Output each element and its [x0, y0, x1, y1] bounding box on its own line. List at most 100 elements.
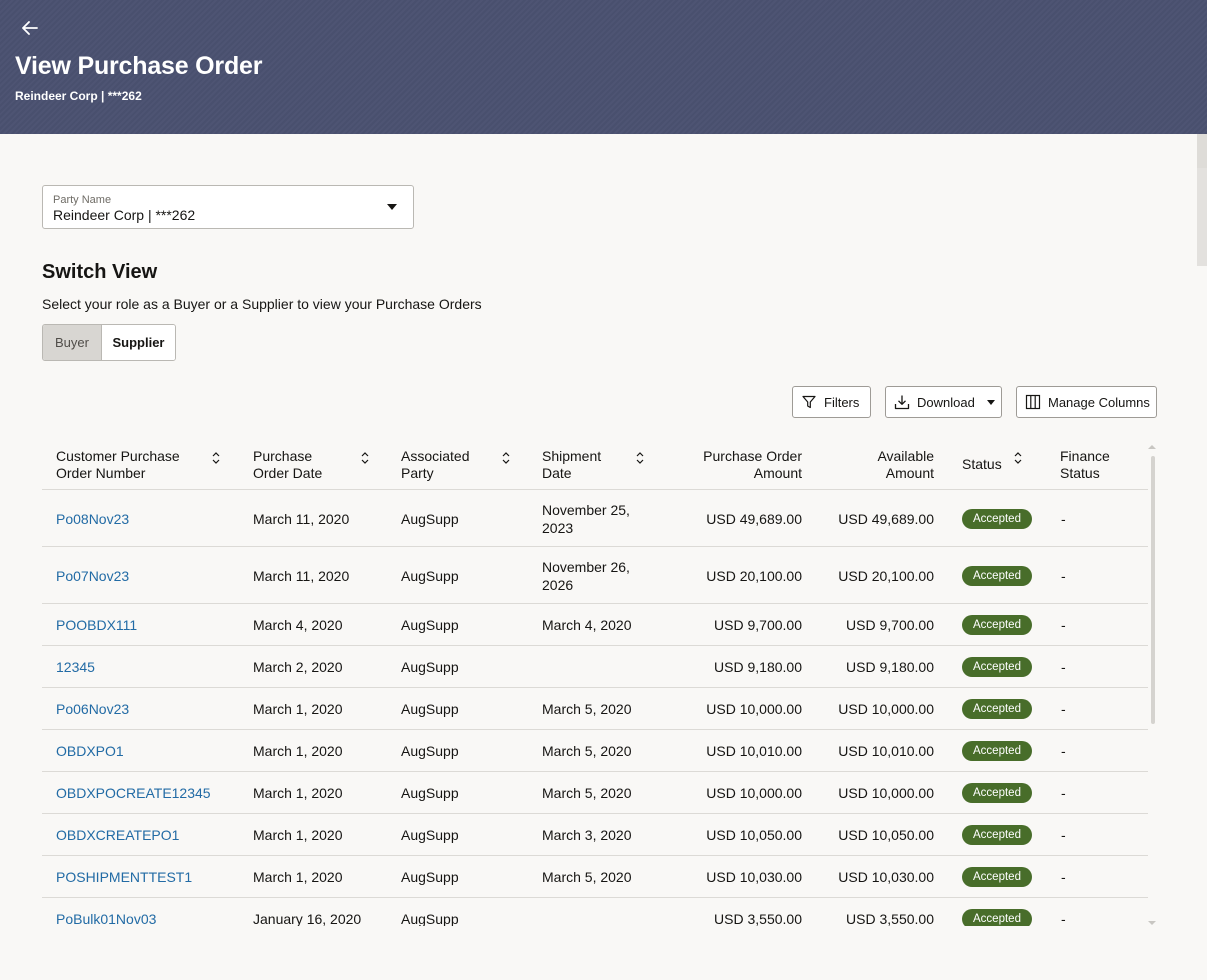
column-header-available-amount[interactable]: Available Amount: [814, 448, 934, 482]
available-amount-cell: USD 20,100.00: [838, 567, 934, 584]
supplier-toggle-button[interactable]: Supplier: [102, 325, 175, 360]
associated-party-cell: AugSupp: [401, 659, 459, 675]
po-number-link[interactable]: 12345: [56, 658, 95, 676]
filter-icon: [802, 395, 816, 409]
filters-button[interactable]: Filters: [792, 386, 871, 418]
shipment-date-cell: November 25, 2023: [542, 501, 630, 536]
column-header-finance-status[interactable]: Finance Status: [1060, 448, 1110, 482]
po-date-cell: March 4, 2020: [253, 617, 343, 633]
manage-columns-button[interactable]: Manage Columns: [1016, 386, 1157, 418]
column-header-po-amount[interactable]: Purchase Order Amount: [662, 448, 802, 482]
scroll-up-icon[interactable]: [1148, 445, 1156, 449]
po-date-cell: March 1, 2020: [253, 743, 343, 759]
po-number-link[interactable]: OBDXCREATEPO1: [56, 826, 179, 844]
party-name-label: Party Name: [53, 194, 112, 206]
table-row: Po08Nov23 March 11, 2020 AugSupp USD 49,689…: [42, 490, 1148, 547]
filters-label: Filters: [824, 394, 860, 410]
page-title: View Purchase Order: [15, 52, 263, 80]
table-row: POSHIPMENTTEST1 March 1, 2020 AugSupp USD 1…: [42, 856, 1148, 898]
po-number-link[interactable]: POOBDX111: [56, 616, 137, 634]
po-amount-cell: USD 3,550.00: [714, 911, 802, 926]
po-number-link[interactable]: PoBulk01Nov03: [56, 910, 156, 926]
table-row: OBDXCREATEPO1 March 1, 2020 AugSupp USD 10,…: [42, 814, 1148, 856]
po-number-link[interactable]: OBDXPO1: [56, 742, 124, 760]
finance-status-cell: -: [1061, 743, 1066, 759]
column-header-associated-party[interactable]: Associated Party: [401, 448, 469, 482]
page-scrollbar[interactable]: [1197, 134, 1207, 980]
po-amount-cell: USD 20,100.00: [706, 567, 802, 584]
associated-party-cell: AugSupp: [401, 911, 459, 926]
available-amount-cell: USD 49,689.00: [838, 510, 934, 527]
status-badge: Accepted: [962, 565, 1032, 586]
po-number-link[interactable]: Po08Nov23: [56, 510, 129, 528]
available-amount-cell: USD 3,550.00: [846, 911, 934, 926]
po-date-cell: March 11, 2020: [253, 567, 350, 584]
scroll-down-icon[interactable]: [1148, 921, 1156, 925]
po-amount-cell: USD 10,030.00: [706, 869, 802, 885]
status-badge: Accepted: [962, 867, 1032, 887]
column-header-po-date[interactable]: Purchase Order Date: [253, 448, 322, 482]
available-amount-cell: USD 10,030.00: [838, 869, 934, 885]
finance-status-cell: -: [1061, 617, 1066, 633]
switch-view-title: Switch View: [42, 261, 158, 283]
sort-icon[interactable]: [1012, 451, 1024, 465]
back-button[interactable]: [18, 16, 42, 40]
table-row: OBDXPO1 March 1, 2020 AugSupp USD 10,010.00…: [42, 730, 1148, 772]
associated-party-cell: AugSupp: [401, 869, 459, 885]
shipment-date-cell: March 5, 2020: [542, 785, 632, 801]
table-row: OBDXPOCREATE12345 March 1, 2020 AugSupp USD…: [42, 772, 1148, 814]
sort-icon[interactable]: [210, 451, 222, 465]
status-badge: Accepted: [962, 508, 1032, 529]
sort-icon[interactable]: [359, 451, 371, 465]
associated-party-cell: AugSupp: [401, 701, 459, 717]
status-badge: Accepted: [962, 657, 1032, 677]
po-number-link[interactable]: Po06Nov23: [56, 700, 129, 718]
po-date-cell: January 16, 2020: [253, 911, 362, 926]
table-row: 12345 March 2, 2020 AugSupp USD 9,180.00 USD…: [42, 646, 1148, 688]
available-amount-cell: USD 9,180.00: [846, 659, 934, 675]
available-amount-cell: USD 10,050.00: [838, 827, 934, 843]
page-subtitle: Reindeer Corp | ***262: [15, 89, 142, 103]
chevron-down-icon: [387, 204, 397, 210]
party-name-value: Reindeer Corp | ***262: [53, 207, 196, 223]
table-row: POOBDX111 March 4, 2020 AugSupp USD 9,700.0…: [42, 604, 1148, 646]
table-row: Po07Nov23 March 11, 2020 AugSupp USD 20,100…: [42, 547, 1148, 604]
party-name-select[interactable]: Party Name Reindeer Corp | ***262: [42, 185, 414, 229]
column-header-status[interactable]: Status: [962, 456, 1002, 473]
column-header-shipment-date[interactable]: Shipment Date: [542, 448, 601, 482]
buyer-toggle-button[interactable]: Buyer: [43, 325, 102, 360]
page-scrollbar-track-top: [1197, 134, 1207, 168]
table-header-row: Customer Purchase Order Number Purchase …: [42, 442, 1148, 490]
po-number-link[interactable]: OBDXPOCREATE12345: [56, 784, 211, 802]
finance-status-cell: -: [1061, 701, 1066, 717]
po-number-link[interactable]: Po07Nov23: [56, 567, 129, 585]
finance-status-cell: -: [1061, 869, 1066, 885]
shipment-date-cell: March 3, 2020: [542, 827, 632, 843]
sort-icon[interactable]: [634, 451, 646, 465]
sort-icon[interactable]: [500, 451, 512, 465]
associated-party-cell: AugSupp: [401, 567, 459, 584]
finance-status-cell: -: [1061, 911, 1066, 926]
download-button[interactable]: Download: [885, 386, 1002, 418]
page-header: View Purchase Order Reindeer Corp | ***2…: [0, 0, 1207, 134]
download-label: Download: [917, 394, 975, 410]
po-amount-cell: USD 10,000.00: [706, 785, 802, 801]
columns-icon: [1025, 394, 1041, 410]
status-badge: Accepted: [962, 825, 1032, 845]
status-badge: Accepted: [962, 615, 1032, 635]
po-amount-cell: USD 10,050.00: [706, 827, 802, 843]
column-header-po-number[interactable]: Customer Purchase Order Number: [56, 448, 180, 482]
switch-view-description: Select your role as a Buyer or a Supplie…: [42, 296, 482, 312]
associated-party-cell: AugSupp: [401, 743, 459, 759]
po-number-link[interactable]: POSHIPMENTTEST1: [56, 868, 192, 886]
po-date-cell: March 1, 2020: [253, 827, 343, 843]
table-scrollbar-thumb[interactable]: [1151, 456, 1155, 724]
shipment-date-cell: March 5, 2020: [542, 869, 632, 885]
shipment-date-cell: November 26, 2026: [542, 558, 630, 593]
available-amount-cell: USD 9,700.00: [846, 617, 934, 633]
arrow-left-icon: [22, 21, 38, 35]
associated-party-cell: AugSupp: [401, 617, 459, 633]
table-row: Po06Nov23 March 1, 2020 AugSupp USD 10,000.…: [42, 688, 1148, 730]
table-row: PoBulk01Nov03 January 16, 2020 AugSupp USD …: [42, 898, 1148, 926]
status-badge: Accepted: [962, 699, 1032, 719]
